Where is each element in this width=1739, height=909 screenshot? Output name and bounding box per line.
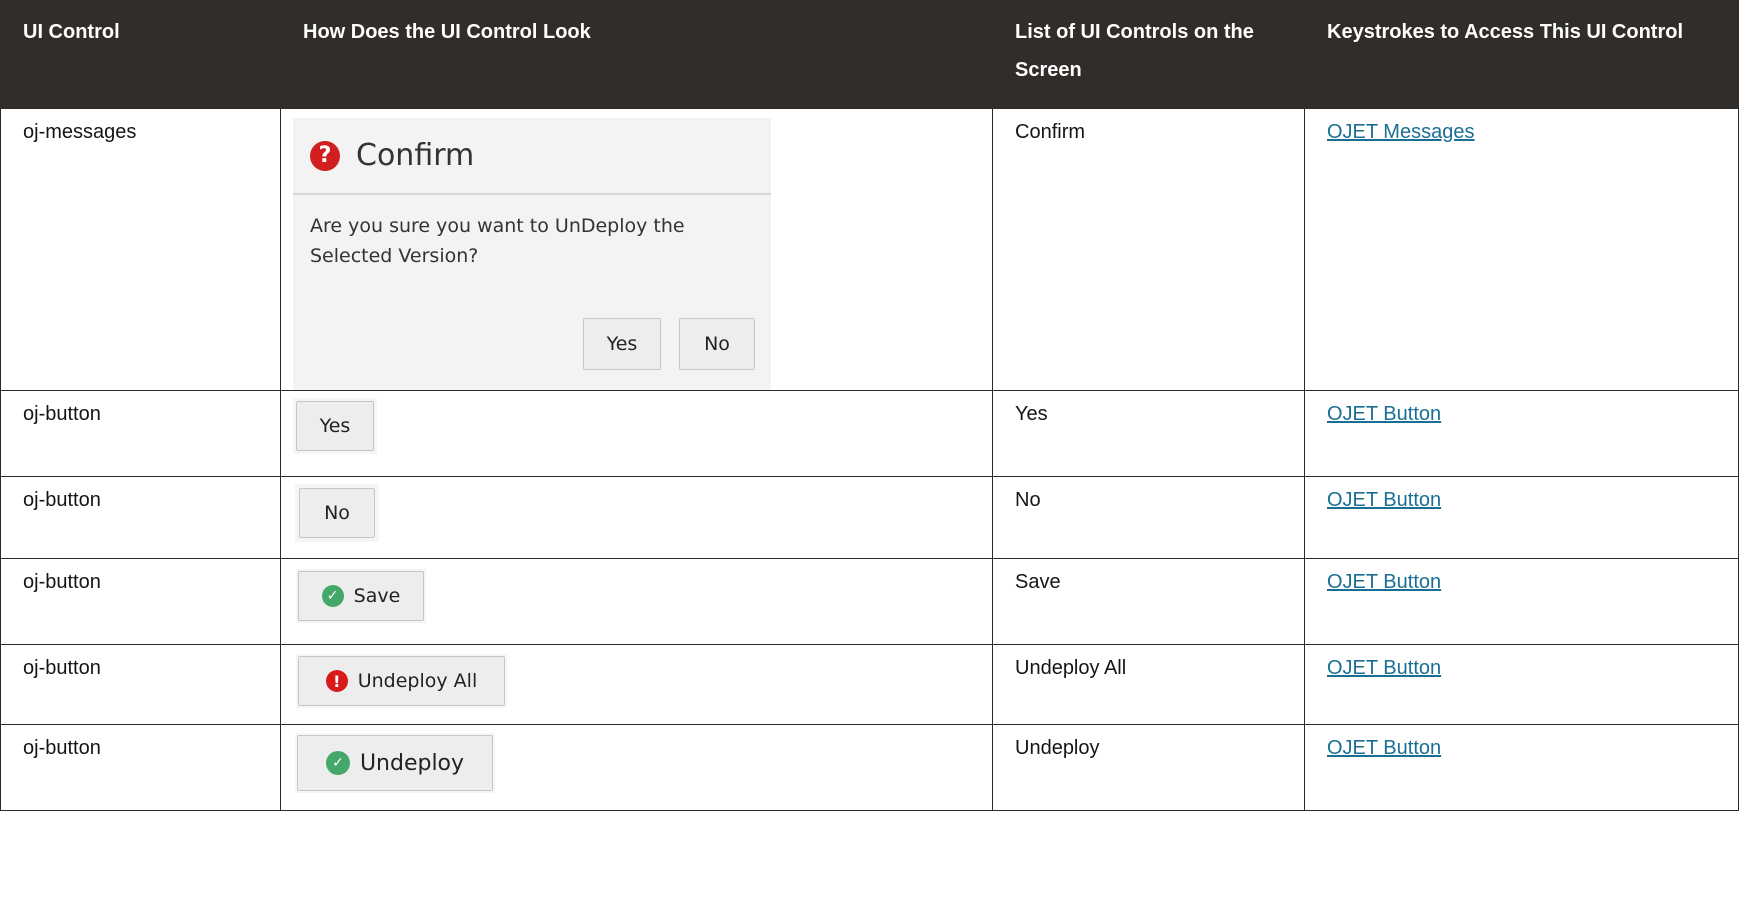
control-list: Undeploy All [992, 644, 1305, 725]
control-list: Undeploy [992, 724, 1305, 811]
dialog-title: Confirm [356, 137, 475, 173]
confirm-dialog: ? Confirm Are you sure you want to UnDep… [293, 118, 771, 390]
table-row: oj-button ✓ Undeploy Undeploy OJET Butto… [0, 724, 1739, 811]
undeploy-button-label: Undeploy [359, 750, 465, 776]
control-name: oj-button [0, 390, 281, 477]
table-row: oj-button ✓ Save Save OJET Button [0, 558, 1739, 645]
keystroke-link[interactable]: OJET Messages [1327, 121, 1474, 143]
table-row: oj-messages ? Confirm Are you sure you w… [0, 108, 1739, 391]
save-button[interactable]: ✓ Save [298, 571, 424, 621]
check-circle-icon: ✓ [325, 751, 350, 775]
yes-button[interactable]: Yes [583, 318, 661, 370]
dialog-message: Are you sure you want to UnDeploy the Se… [310, 215, 685, 267]
undeploy-button[interactable]: ✓ Undeploy [297, 735, 493, 791]
keystroke-link[interactable]: OJET Button [1327, 489, 1441, 511]
keystroke-cell: OJET Button [1304, 724, 1739, 811]
control-look: No [280, 476, 993, 559]
ui-controls-table: UI Control How Does the UI Control Look … [0, 0, 1739, 811]
header-look: How Does the UI Control Look [280, 0, 993, 109]
control-look: Yes [280, 390, 993, 477]
keystroke-link[interactable]: OJET Button [1327, 403, 1441, 425]
keystroke-link[interactable]: OJET Button [1327, 657, 1441, 679]
header-keystrokes: Keystrokes to Access This UI Control [1304, 0, 1739, 109]
question-icon: ? [310, 140, 340, 171]
control-name: oj-messages [0, 108, 281, 391]
table-row: oj-button Yes Yes OJET Button [0, 390, 1739, 477]
control-name: oj-button [0, 644, 281, 725]
dialog-buttons: Yes No [583, 318, 755, 370]
control-name: oj-button [0, 476, 281, 559]
control-name: oj-button [0, 558, 281, 645]
control-list: Save [992, 558, 1305, 645]
keystroke-cell: OJET Messages [1304, 108, 1739, 391]
control-look: ? Confirm Are you sure you want to UnDep… [280, 108, 993, 391]
no-button[interactable]: No [299, 488, 375, 538]
control-list: No [992, 476, 1305, 559]
table-row: oj-button No No OJET Button [0, 476, 1739, 559]
keystroke-cell: OJET Button [1304, 558, 1739, 645]
save-button-label: Save [353, 585, 401, 607]
control-look: ✓ Undeploy [280, 724, 993, 811]
no-button[interactable]: No [679, 318, 755, 370]
keystroke-cell: OJET Button [1304, 644, 1739, 725]
keystroke-cell: OJET Button [1304, 390, 1739, 477]
table-row: oj-button ! Undeploy All Undeploy All OJ… [0, 644, 1739, 725]
control-list: Yes [992, 390, 1305, 477]
keystroke-link[interactable]: OJET Button [1327, 737, 1441, 759]
undeploy-all-button-label: Undeploy All [357, 670, 478, 692]
yes-button[interactable]: Yes [296, 401, 374, 451]
header-ui-control: UI Control [0, 0, 281, 109]
keystroke-cell: OJET Button [1304, 476, 1739, 559]
control-name: oj-button [0, 724, 281, 811]
header-row: UI Control How Does the UI Control Look … [0, 0, 1739, 109]
check-circle-icon: ✓ [321, 585, 344, 607]
undeploy-all-button[interactable]: ! Undeploy All [298, 656, 505, 706]
dialog-header: ? Confirm [293, 118, 771, 195]
control-list: Confirm [992, 108, 1305, 391]
header-list: List of UI Controls on the Screen [992, 0, 1305, 109]
keystroke-link[interactable]: OJET Button [1327, 571, 1441, 593]
control-look: ! Undeploy All [280, 644, 993, 725]
control-look: ✓ Save [280, 558, 993, 645]
error-circle-icon: ! [325, 670, 348, 692]
